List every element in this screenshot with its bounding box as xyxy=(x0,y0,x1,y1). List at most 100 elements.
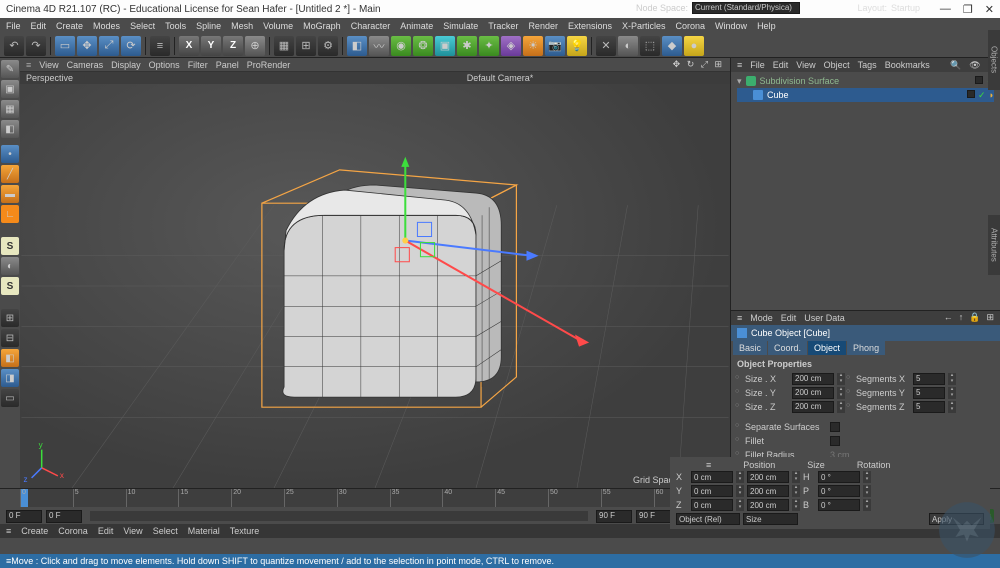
attr-tab-phong[interactable]: Phong xyxy=(847,341,885,355)
segments-x-input[interactable]: 5 xyxy=(913,373,945,385)
planar-workplane-button[interactable]: ▭ xyxy=(1,389,19,407)
timeline-scrollbar[interactable] xyxy=(90,511,588,521)
environment-button[interactable]: ☀ xyxy=(523,36,543,56)
model-mode-button[interactable]: ▣ xyxy=(1,80,19,98)
viewport-solo2-button[interactable]: S xyxy=(1,277,19,295)
menu-extensions[interactable]: Extensions xyxy=(568,21,612,31)
vp-nav-icons[interactable]: ✥ ↻ ⤢ ⊞ xyxy=(673,59,724,70)
make-editable-button[interactable]: ✎ xyxy=(1,60,19,78)
attr-lock-icon[interactable]: 🔒 xyxy=(969,312,980,323)
attr-tab-object[interactable]: Object xyxy=(808,341,846,355)
tl-max-input[interactable]: 90 F xyxy=(636,510,672,523)
menu-mesh[interactable]: Mesh xyxy=(231,21,253,31)
menu-simulate[interactable]: Simulate xyxy=(443,21,478,31)
extra2-button[interactable]: ◆ xyxy=(662,36,682,56)
layout-value[interactable]: Startup xyxy=(891,3,920,13)
coord-system-button[interactable]: ⊕ xyxy=(245,36,265,56)
subdivision-button[interactable]: ❂ xyxy=(413,36,433,56)
extra1-button[interactable]: ⬚ xyxy=(640,36,660,56)
edge-mode-button[interactable]: ╱ xyxy=(1,165,19,183)
workplane2-button[interactable]: ◧ xyxy=(1,349,19,367)
z-axis-lock[interactable]: Z xyxy=(223,36,243,56)
fields-button[interactable]: ✦ xyxy=(479,36,499,56)
menu-volume[interactable]: Volume xyxy=(263,21,293,31)
mm-view[interactable]: View xyxy=(123,526,142,536)
cube-primitive[interactable]: ◧ xyxy=(347,36,367,56)
tl-current-input[interactable]: 0 F xyxy=(46,510,82,523)
attr-tab-coord[interactable]: Coord. xyxy=(768,341,807,355)
vp-menu-prorender[interactable]: ProRender xyxy=(247,60,291,70)
polygon-mode-button[interactable]: ▬ xyxy=(1,185,19,203)
menu-corona[interactable]: Corona xyxy=(676,21,706,31)
redo-button[interactable]: ↷ xyxy=(26,36,46,56)
y-axis-lock[interactable]: Y xyxy=(201,36,221,56)
vp-menu-filter[interactable]: Filter xyxy=(188,60,208,70)
menu-tools[interactable]: Tools xyxy=(165,21,186,31)
coord-y-pos[interactable]: 0 cm xyxy=(691,485,733,497)
om-object[interactable]: Object xyxy=(824,60,850,70)
light-button[interactable]: 💡 xyxy=(567,36,587,56)
om-search-icon[interactable]: 🔍 xyxy=(950,60,961,71)
object-tree[interactable]: ▾ Subdivision Surface ✓ Cube ✓ ◗ xyxy=(731,72,1000,132)
menu-render[interactable]: Render xyxy=(528,21,558,31)
menu-file[interactable]: File xyxy=(6,21,21,31)
menu-edit[interactable]: Edit xyxy=(31,21,47,31)
attr-back-icon[interactable]: ← xyxy=(944,312,953,323)
maximize-button[interactable]: ❐ xyxy=(963,3,973,16)
extra3-button[interactable]: ● xyxy=(684,36,704,56)
mm-texture[interactable]: Texture xyxy=(230,526,260,536)
vp-menu-options[interactable]: Options xyxy=(149,60,180,70)
close-button[interactable]: ✕ xyxy=(985,3,994,16)
menu-tracker[interactable]: Tracker xyxy=(488,21,518,31)
menu-animate[interactable]: Animate xyxy=(400,21,433,31)
om-tags[interactable]: Tags xyxy=(858,60,877,70)
menu-create[interactable]: Create xyxy=(56,21,83,31)
mm-select[interactable]: Select xyxy=(153,526,178,536)
size-y-input[interactable]: 200 cm xyxy=(792,387,834,399)
om-file[interactable]: File xyxy=(750,60,765,70)
vp-menu-display[interactable]: Display xyxy=(111,60,141,70)
visibility-dot[interactable] xyxy=(967,90,975,98)
segments-y-input[interactable]: 5 xyxy=(913,387,945,399)
coord-z-rot[interactable]: 0 ° xyxy=(818,499,860,511)
coord-z-size[interactable]: 200 cm xyxy=(747,499,789,511)
attr-menu-userdata[interactable]: User Data xyxy=(804,313,845,323)
minimize-button[interactable]: — xyxy=(940,3,951,16)
menu-mograph[interactable]: MoGraph xyxy=(303,21,341,31)
vp-menu-panel[interactable]: Panel xyxy=(216,60,239,70)
render-pv-button[interactable]: ⊞ xyxy=(296,36,316,56)
undo-button[interactable]: ↶ xyxy=(4,36,24,56)
tl-start-input[interactable]: 0 F xyxy=(6,510,42,523)
camera-button[interactable]: 📷 xyxy=(545,36,565,56)
scale-tool[interactable]: ⤢ xyxy=(99,36,119,56)
attr-new-icon[interactable]: ⊞ xyxy=(986,312,994,323)
spline-primitive[interactable]: 〰 xyxy=(369,36,389,56)
menu-spline[interactable]: Spline xyxy=(196,21,221,31)
xp-button[interactable]: ✕ xyxy=(596,36,616,56)
perspective-viewport[interactable]: y x z Grid Spacing : 100 cm xyxy=(20,84,730,488)
menu-select[interactable]: Select xyxy=(130,21,155,31)
segments-z-input[interactable]: 5 xyxy=(913,401,945,413)
objects-side-tab[interactable]: Objects xyxy=(988,30,1000,90)
texture-mode-button[interactable]: ▦ xyxy=(1,100,19,118)
menu-modes[interactable]: Modes xyxy=(93,21,120,31)
snap-button[interactable]: ⊞ xyxy=(1,309,19,327)
generator-button[interactable]: ◉ xyxy=(391,36,411,56)
workplane-button[interactable]: ◧ xyxy=(1,120,19,138)
render-view-button[interactable]: ▦ xyxy=(274,36,294,56)
size-x-input[interactable]: 200 cm xyxy=(792,373,834,385)
separate-surfaces-checkbox[interactable] xyxy=(830,422,840,432)
vp-menu-cameras[interactable]: Cameras xyxy=(67,60,104,70)
viewport-solo-button[interactable]: S xyxy=(1,237,19,255)
coord-y-size[interactable]: 200 cm xyxy=(747,485,789,497)
coord-z-pos[interactable]: 0 cm xyxy=(691,499,733,511)
coord-y-rot[interactable]: 0 ° xyxy=(818,485,860,497)
fillet-checkbox[interactable] xyxy=(830,436,840,446)
om-bookmarks[interactable]: Bookmarks xyxy=(885,60,930,70)
attributes-side-tab[interactable]: Attributes xyxy=(988,215,1000,275)
coord-x-pos[interactable]: 0 cm xyxy=(691,471,733,483)
om-edit[interactable]: Edit xyxy=(773,60,789,70)
render-settings-button[interactable]: ⚙ xyxy=(318,36,338,56)
menu-character[interactable]: Character xyxy=(351,21,391,31)
om-view[interactable]: View xyxy=(796,60,815,70)
